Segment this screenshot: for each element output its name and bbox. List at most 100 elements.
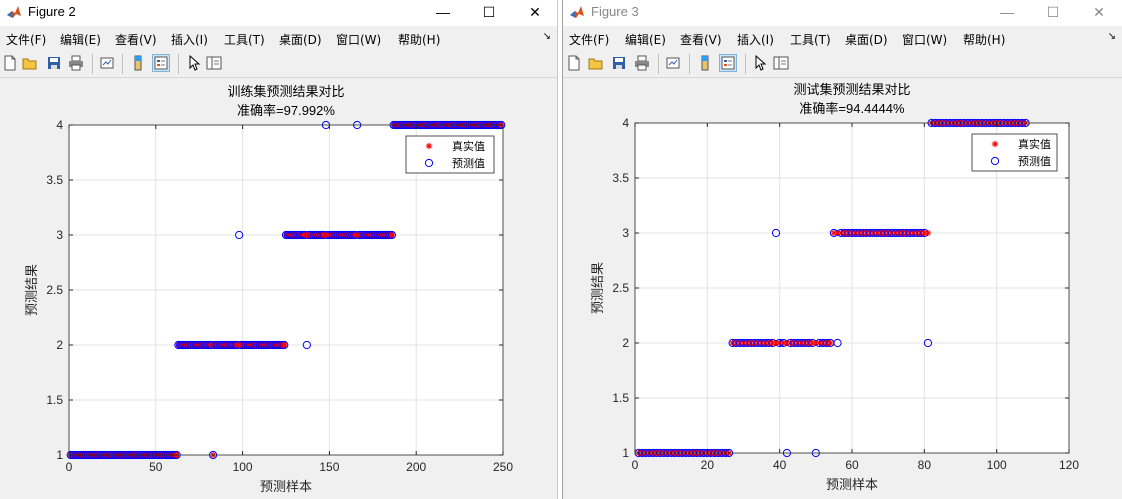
- x-tick-label: 0: [632, 458, 639, 472]
- y-tick-label: 1: [622, 446, 629, 460]
- menu-edit[interactable]: 编辑(E): [625, 31, 666, 48]
- plot-browser-icon[interactable]: [773, 55, 789, 71]
- menu-insert[interactable]: 插入(I): [737, 31, 774, 48]
- menu-view[interactable]: 查看(V): [680, 31, 722, 48]
- x-tick-label: 100: [987, 458, 1007, 472]
- menu-window[interactable]: 窗口(W): [336, 31, 381, 48]
- toolbar-separator: [689, 54, 690, 74]
- pointer-icon[interactable]: [186, 55, 202, 71]
- title-bar[interactable]: Figure 2 — ☐ ✕: [0, 0, 557, 26]
- x-tick-label: 120: [1059, 458, 1079, 472]
- y-tick-label: 3: [622, 226, 629, 240]
- menu-edit[interactable]: 编辑(E): [60, 31, 101, 48]
- colorbar-icon[interactable]: [697, 55, 713, 71]
- menu-overflow-icon[interactable]: ↘: [1108, 31, 1116, 42]
- maximize-button[interactable]: ☐: [1030, 0, 1076, 26]
- menu-help[interactable]: 帮助(H): [963, 31, 1005, 48]
- link-plot-icon[interactable]: [99, 55, 115, 71]
- legend-icon[interactable]: [152, 54, 170, 72]
- pointer-icon[interactable]: [752, 55, 768, 71]
- print-icon[interactable]: [634, 55, 650, 71]
- close-button[interactable]: ✕: [512, 0, 557, 26]
- y-axis-label: 预测结果: [24, 264, 39, 316]
- colorbar-icon[interactable]: [130, 55, 146, 71]
- chart-title: 测试集预测结果对比: [793, 82, 910, 97]
- matlab-logo-icon: [6, 4, 22, 20]
- legend: 真实值预测值: [405, 135, 495, 174]
- toolbar-separator: [92, 54, 93, 74]
- legend-label-pred: 预测值: [1018, 155, 1051, 168]
- print-icon[interactable]: [68, 55, 84, 71]
- test-scatter-plot: 0 20 40 60 80 100 120 1 1.5 2 2.5 3 3.5 4 测试集预测结果对比准确率…: [590, 82, 1079, 492]
- true-value-point: [834, 229, 841, 237]
- legend-label-pred: 预测值: [452, 157, 485, 170]
- figure-2-window: Figure 2 — ☐ ✕ 文件(F) 编辑(E) 查看(V) 插入(I) 工…: [0, 0, 558, 499]
- x-tick-label: 100: [233, 460, 253, 474]
- y-tick-label: 3.5: [612, 171, 629, 185]
- menu-insert[interactable]: 插入(I): [171, 31, 208, 48]
- open-file-icon[interactable]: [588, 55, 604, 71]
- toolbar-separator: [122, 54, 123, 74]
- x-tick-label: 250: [493, 460, 513, 474]
- menu-bar: 文件(F) 编辑(E) 查看(V) 插入(I) 工具(T) 桌面(D) 窗口(W…: [563, 26, 1122, 50]
- y-axis-label: 预测结果: [590, 262, 605, 314]
- minimize-button[interactable]: —: [984, 0, 1030, 26]
- close-button[interactable]: ✕: [1076, 0, 1122, 26]
- menu-window[interactable]: 窗口(W): [902, 31, 947, 48]
- y-tick-label: 2: [622, 336, 629, 350]
- minimize-button[interactable]: —: [420, 0, 466, 26]
- x-tick-label: 50: [149, 460, 163, 474]
- y-tick-label: 2: [56, 338, 63, 352]
- matlab-logo-icon: [569, 4, 585, 20]
- training-scatter-plot: 0 50 100 150 200 250 1 1.5 2 2.5 3 3.5 4 训练集预测结果对比准确率…: [24, 84, 513, 494]
- menu-desktop[interactable]: 桌面(D): [279, 31, 322, 48]
- true-value-point: [322, 231, 330, 239]
- true-value-point: [783, 339, 791, 347]
- menu-tools[interactable]: 工具(T): [224, 31, 265, 48]
- link-plot-icon[interactable]: [665, 55, 681, 71]
- x-axis-label: 预测样本: [826, 477, 878, 492]
- y-tick-label: 3: [56, 228, 63, 242]
- legend-label-true: 真实值: [1018, 137, 1051, 151]
- menu-bar: 文件(F) 编辑(E) 查看(V) 插入(I) 工具(T) 桌面(D) 窗口(W…: [0, 26, 557, 50]
- menu-overflow-icon[interactable]: ↘: [543, 31, 551, 42]
- y-tick-label: 4: [622, 116, 629, 130]
- menu-file[interactable]: 文件(F): [6, 31, 46, 48]
- chart-title: 训练集预测结果对比: [227, 84, 344, 99]
- toolbar-separator: [178, 54, 179, 74]
- x-tick-label: 20: [701, 458, 715, 472]
- x-tick-label: 60: [845, 458, 859, 472]
- x-tick-label: 80: [918, 458, 932, 472]
- toolbar: [563, 51, 1122, 78]
- plot-browser-icon[interactable]: [206, 55, 222, 71]
- true-value-point: [991, 140, 999, 148]
- toolbar-separator: [745, 54, 746, 74]
- x-tick-label: 0: [66, 460, 73, 474]
- legend-icon[interactable]: [719, 54, 737, 72]
- y-tick-label: 4: [56, 118, 63, 132]
- y-tick-label: 2.5: [612, 281, 629, 295]
- x-tick-label: 200: [406, 460, 426, 474]
- save-icon[interactable]: [611, 55, 627, 71]
- y-tick-label: 3.5: [46, 173, 63, 187]
- title-bar[interactable]: Figure 3 — ☐ ✕: [563, 0, 1122, 26]
- menu-file[interactable]: 文件(F): [569, 31, 609, 48]
- y-tick-label: 1.5: [46, 393, 63, 407]
- y-tick-label: 1.5: [612, 391, 629, 405]
- menu-desktop[interactable]: 桌面(D): [845, 31, 888, 48]
- maximize-button[interactable]: ☐: [466, 0, 512, 26]
- menu-tools[interactable]: 工具(T): [790, 31, 831, 48]
- legend-label-true: 真实值: [452, 139, 485, 153]
- menu-help[interactable]: 帮助(H): [398, 31, 440, 48]
- window-title: Figure 2: [28, 4, 76, 19]
- open-file-icon[interactable]: [22, 55, 38, 71]
- x-tick-label: 150: [319, 460, 339, 474]
- new-figure-icon[interactable]: [566, 55, 582, 71]
- accuracy-subtitle: 准确率=94.4444%: [799, 101, 905, 116]
- save-icon[interactable]: [46, 55, 62, 71]
- x-axis-label: 预测样本: [260, 479, 312, 494]
- menu-view[interactable]: 查看(V): [115, 31, 157, 48]
- new-figure-icon[interactable]: [2, 55, 18, 71]
- accuracy-subtitle: 准确率=97.992%: [237, 103, 335, 118]
- toolbar: [0, 51, 557, 78]
